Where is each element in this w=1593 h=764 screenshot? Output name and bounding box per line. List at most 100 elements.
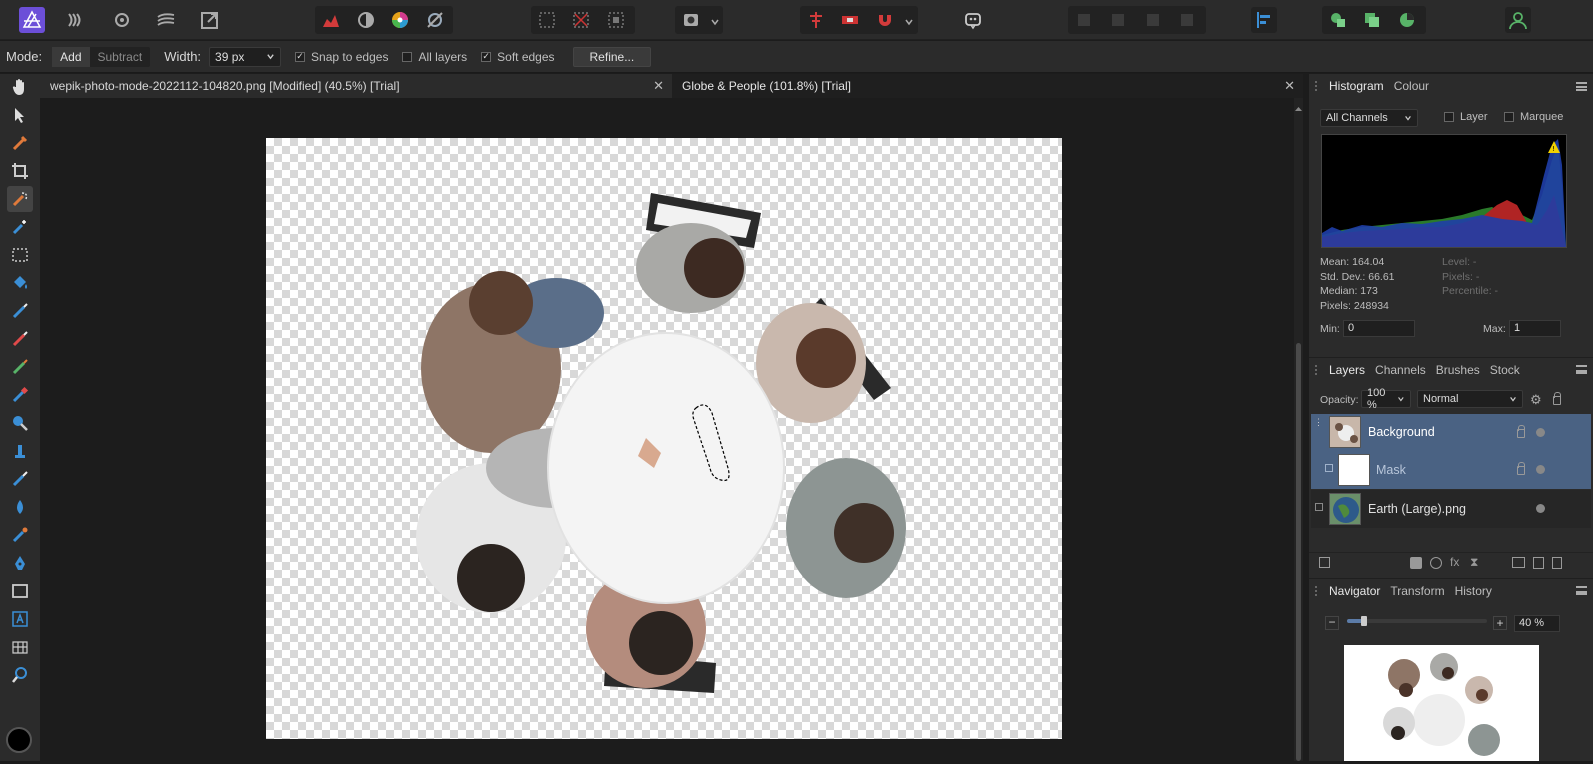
grip-icon[interactable] <box>1315 364 1321 375</box>
clone-brush-tool-icon[interactable] <box>7 438 33 464</box>
view-tool-hand-icon[interactable] <box>7 74 33 100</box>
chevron-down-icon[interactable] <box>904 16 914 26</box>
chevron-down-icon[interactable] <box>710 16 720 26</box>
tab-histogram[interactable]: Histogram <box>1329 79 1384 93</box>
auto-adjust-icon[interactable] <box>422 7 448 33</box>
all-layers-checkbox[interactable]: All layers <box>402 50 467 64</box>
align-icon[interactable] <box>803 7 829 33</box>
zoom-out-icon[interactable]: − <box>1325 616 1339 630</box>
flood-fill-tool-icon[interactable] <box>7 270 33 296</box>
layers-studio-icon[interactable] <box>1325 7 1351 33</box>
select-all-icon[interactable] <box>534 7 560 33</box>
mask-link-icon[interactable] <box>1325 464 1333 472</box>
assistant-icon[interactable] <box>960 7 986 33</box>
soft-edges-checkbox[interactable]: ✓ Soft edges <box>481 50 555 64</box>
color-replacement-tool-icon[interactable] <box>7 354 33 380</box>
zoom-in-icon[interactable]: + <box>1493 616 1507 630</box>
blur-brush-tool-icon[interactable] <box>7 494 33 520</box>
tab-brushes[interactable]: Brushes <box>1436 363 1480 377</box>
zoom-slider[interactable] <box>1347 616 1487 626</box>
mask-layer-icon[interactable] <box>1410 557 1422 569</box>
visibility-dot-icon[interactable] <box>1536 465 1545 474</box>
close-icon[interactable]: ✕ <box>653 78 664 94</box>
adjustment-layer-icon[interactable] <box>1430 557 1442 569</box>
tab-navigator[interactable]: Navigator <box>1329 584 1380 598</box>
develop-persona-icon[interactable] <box>109 7 135 33</box>
boolean-xor-icon[interactable] <box>1174 7 1200 33</box>
pen-tool-icon[interactable] <box>7 550 33 576</box>
mode-subtract-button[interactable]: Subtract <box>90 47 151 67</box>
affinity-photo-logo-icon[interactable] <box>19 7 45 33</box>
opacity-dropdown[interactable]: 100 % <box>1361 387 1411 411</box>
layer-row-earth[interactable]: Earth (Large).png <box>1311 490 1591 528</box>
hsl-color-wheel-icon[interactable] <box>387 7 413 33</box>
vertical-scrollbar[interactable] <box>1294 98 1303 761</box>
group-folder-icon[interactable] <box>1512 557 1525 568</box>
live-filter-icon[interactable]: ⧗ <box>1470 555 1478 570</box>
mode-add-button[interactable]: Add <box>52 46 90 67</box>
fx-icon[interactable]: fx <box>1450 555 1459 569</box>
marquee-tool-icon[interactable] <box>7 242 33 268</box>
panel-menu-icon[interactable] <box>1576 365 1587 374</box>
white-balance-icon[interactable] <box>353 7 379 33</box>
boolean-intersect-icon[interactable] <box>1140 7 1166 33</box>
erase-brush-tool-icon[interactable] <box>7 382 33 408</box>
effects-studio-icon[interactable] <box>1359 7 1385 33</box>
zoom-slider-handle[interactable] <box>1360 616 1367 626</box>
panel-menu-icon[interactable] <box>1576 586 1587 595</box>
layer-row-background[interactable]: ⋮ Background <box>1311 414 1591 451</box>
invert-selection-icon[interactable] <box>603 7 629 33</box>
layer-checkbox[interactable]: Layer <box>1444 111 1488 123</box>
tab-channels[interactable]: Channels <box>1375 363 1426 377</box>
visibility-dot-icon[interactable] <box>1536 504 1545 513</box>
adjustments-studio-icon[interactable] <box>1394 7 1420 33</box>
flood-select-tool-icon[interactable] <box>7 214 33 240</box>
deselect-icon[interactable] <box>568 7 594 33</box>
lock-icon[interactable] <box>1553 392 1561 405</box>
channel-dropdown[interactable]: All Channels <box>1320 109 1418 127</box>
pixel-tool-icon[interactable] <box>7 326 33 352</box>
tab-colour[interactable]: Colour <box>1394 79 1429 93</box>
tab-stock[interactable]: Stock <box>1490 363 1520 377</box>
add-pixel-layer-icon[interactable] <box>1533 557 1544 569</box>
scroll-up-icon[interactable] <box>1294 102 1303 111</box>
document-tab[interactable]: Globe & People (101.8%) [Trial] ✕ <box>672 74 1303 98</box>
tone-mapping-persona-icon[interactable] <box>153 7 179 33</box>
tab-history[interactable]: History <box>1455 584 1492 598</box>
marquee-checkbox[interactable]: Marquee <box>1504 111 1563 123</box>
lock-icon[interactable] <box>1517 462 1525 475</box>
liquify-persona-icon[interactable] <box>63 7 89 33</box>
width-dropdown[interactable]: 39 px <box>209 46 282 67</box>
rectangle-tool-icon[interactable] <box>7 578 33 604</box>
min-input[interactable]: 0 <box>1343 320 1415 337</box>
align-left-icon[interactable] <box>1251 7 1277 33</box>
dodge-tool-icon[interactable] <box>7 410 33 436</box>
tab-transform[interactable]: Transform <box>1390 584 1444 598</box>
lock-icon[interactable] <box>1517 425 1525 438</box>
levels-icon[interactable] <box>318 7 344 33</box>
selection-brush-tool-icon[interactable] <box>7 186 33 212</box>
text-tool-icon[interactable] <box>7 606 33 632</box>
gear-icon[interactable]: ⚙ <box>1530 392 1542 408</box>
layer-options-icon[interactable] <box>1319 557 1330 568</box>
zoom-tool-icon[interactable] <box>7 662 33 688</box>
mesh-warp-tool-icon[interactable] <box>7 634 33 660</box>
move-tool-icon[interactable] <box>7 102 33 128</box>
blend-mode-dropdown[interactable]: Normal <box>1417 390 1523 408</box>
arrange-icon[interactable] <box>837 7 863 33</box>
user-account-icon[interactable] <box>1505 7 1531 33</box>
document-tab[interactable]: wepik-photo-mode-2022112-104820.png [Mod… <box>40 74 672 98</box>
expand-chevron-icon[interactable]: ⋮ <box>1314 417 1323 428</box>
snapping-magnet-icon[interactable] <box>872 7 898 33</box>
color-picker-tool-icon[interactable] <box>7 130 33 156</box>
refine-button[interactable]: Refine... <box>572 46 652 67</box>
primary-color-swatch[interactable] <box>6 727 32 753</box>
boolean-subtract-icon[interactable] <box>1105 7 1131 33</box>
visibility-dot-icon[interactable] <box>1536 428 1545 437</box>
document-canvas[interactable] <box>266 138 1062 739</box>
export-persona-icon[interactable] <box>197 7 223 33</box>
tab-layers[interactable]: Layers <box>1329 363 1365 377</box>
quick-mask-icon[interactable] <box>678 7 704 33</box>
patch-tool-icon[interactable] <box>7 522 33 548</box>
max-input[interactable]: 1 <box>1509 320 1561 337</box>
